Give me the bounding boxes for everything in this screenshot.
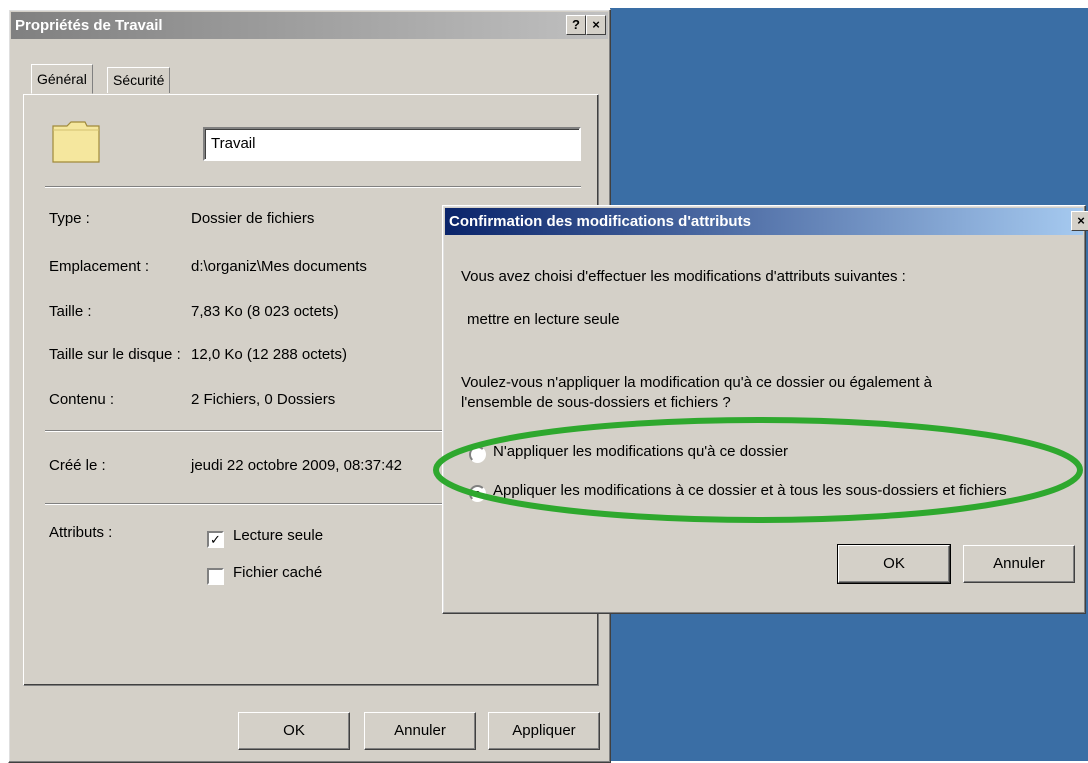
confirm-intro: Vous avez choisi d'effectuer les modific… xyxy=(461,268,906,285)
properties-titlebar[interactable]: Propriétés de Travail ? × xyxy=(11,12,608,39)
close-icon[interactable]: × xyxy=(1071,211,1088,231)
properties-title: Propriétés de Travail xyxy=(15,17,163,34)
confirm-title: Confirmation des modifications d'attribu… xyxy=(449,213,751,230)
type-value: Dossier de fichiers xyxy=(191,210,315,227)
hidden-label[interactable]: Fichier caché xyxy=(233,564,322,581)
tab-general[interactable]: Général xyxy=(31,64,93,94)
tab-general-label: Général xyxy=(37,71,87,87)
option-recursive-label[interactable]: Appliquer les modifications à ce dossier… xyxy=(493,482,1007,499)
confirm-question-line1: Voulez-vous n'appliquer la modification … xyxy=(461,374,933,391)
confirm-dialog: Confirmation des modifications d'attribu… xyxy=(442,205,1088,614)
ok-button[interactable]: OK xyxy=(238,712,350,750)
confirm-change: mettre en lecture seule xyxy=(467,311,620,328)
readonly-checkbox[interactable]: ✓ xyxy=(207,531,224,548)
close-icon[interactable]: × xyxy=(586,15,606,35)
created-label: Créé le : xyxy=(49,457,106,474)
location-value: d:\organiz\Mes documents xyxy=(191,258,367,275)
confirm-question-line2: l'ensemble de sous-dossiers et fichiers … xyxy=(461,394,731,411)
location-label: Emplacement : xyxy=(49,258,150,275)
confirm-titlebar[interactable]: Confirmation des modifications d'attribu… xyxy=(445,208,1088,235)
hidden-checkbox[interactable] xyxy=(207,568,224,585)
contents-label: Contenu : xyxy=(49,391,115,408)
readonly-label[interactable]: Lecture seule xyxy=(233,527,323,544)
option-this-folder-label[interactable]: N'appliquer les modifications qu'à ce do… xyxy=(493,443,788,460)
confirm-ok-button[interactable]: OK xyxy=(837,544,951,584)
size-value: 7,83 Ko (8 023 octets) xyxy=(191,303,339,320)
separator xyxy=(45,186,581,188)
type-label: Type : xyxy=(49,210,90,227)
disk-size-label: Taille sur le disque : xyxy=(49,346,181,363)
option-recursive-radio[interactable] xyxy=(469,485,486,502)
created-value: jeudi 22 octobre 2009, 08:37:42 xyxy=(191,457,403,474)
apply-button[interactable]: Appliquer xyxy=(488,712,600,750)
help-icon[interactable]: ? xyxy=(566,15,586,35)
option-this-folder-radio[interactable] xyxy=(469,446,486,463)
folder-icon xyxy=(52,121,100,163)
radio-selected-dot xyxy=(475,491,480,496)
contents-value: 2 Fichiers, 0 Dossiers xyxy=(191,391,336,408)
attributes-label: Attributs : xyxy=(49,524,113,541)
confirm-cancel-button[interactable]: Annuler xyxy=(963,545,1075,583)
tab-securite[interactable]: Sécurité xyxy=(107,67,171,93)
folder-name-input[interactable]: Travail xyxy=(203,127,581,161)
tab-securite-label: Sécurité xyxy=(113,72,165,88)
cancel-button[interactable]: Annuler xyxy=(364,712,476,750)
size-label: Taille : xyxy=(49,303,92,320)
disk-size-value: 12,0 Ko (12 288 octets) xyxy=(191,346,347,363)
